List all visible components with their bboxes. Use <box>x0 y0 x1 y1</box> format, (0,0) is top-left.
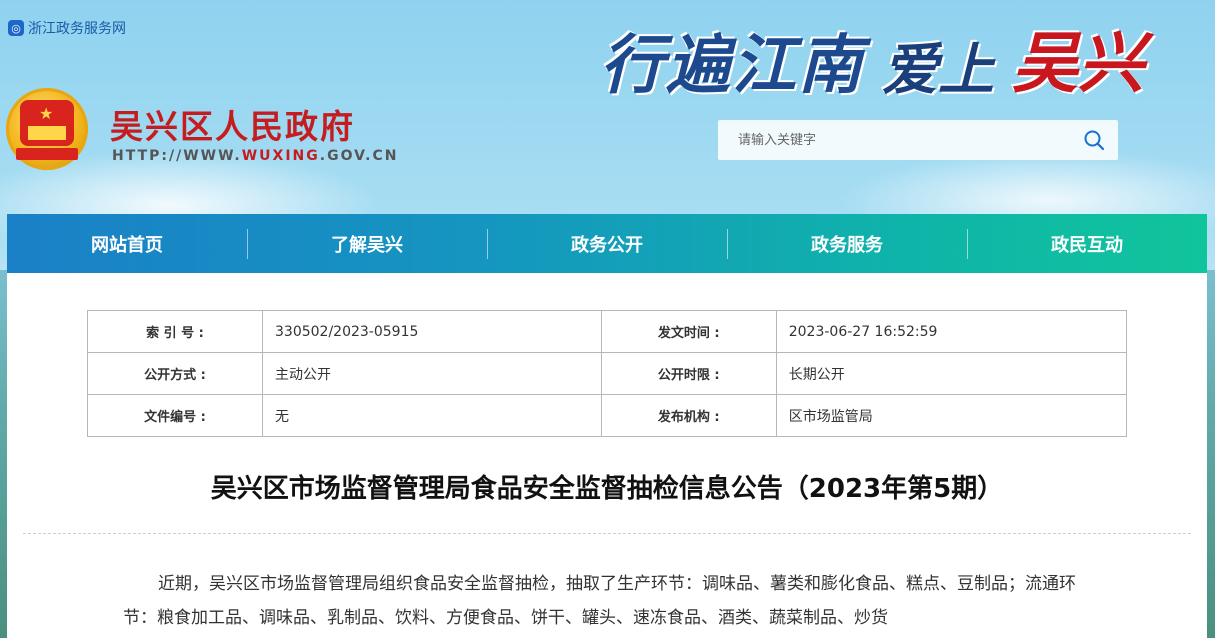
article-title: 吴兴区市场监督管理局食品安全监督抽检信息公告（2023年第5期） <box>210 474 1004 504</box>
site-url-highlight: WUXING <box>241 148 320 164</box>
national-emblem-logo[interactable]: ★ <box>6 88 88 170</box>
nav-item-government-info[interactable]: 政务公开 <box>487 214 727 273</box>
table-row: 索 引 号 : 330502/2023-05915 发文时间 : 2023-06… <box>87 310 1128 353</box>
meta-value-index: 330502/2023-05915 <box>262 310 602 353</box>
table-row: 文件编号 : 无 发布机构 : 区市场监管局 <box>87 394 1128 437</box>
meta-value-doc-number: 无 <box>262 394 602 437</box>
search-input[interactable] <box>718 121 1070 159</box>
article-body: 近期，吴兴区市场监督管理局组织食品安全监督抽检，抽取了生产环节：调味品、薯类和膨… <box>123 574 1076 628</box>
nav-item-interaction[interactable]: 政民互动 <box>967 214 1207 273</box>
meta-key-publisher: 发布机构 : <box>600 394 777 437</box>
site-title[interactable]: 吴兴区人民政府 <box>110 100 355 148</box>
slogan-part-1: 行遍江南 <box>600 28 864 103</box>
search-icon <box>1084 130 1105 151</box>
main-nav: 网站首页 了解吴兴 政务公开 政务服务 政民互动 <box>7 214 1207 273</box>
meta-value-disclosure: 主动公开 <box>262 352 602 395</box>
slogan-banner: 行遍江南 爱上 吴兴 <box>600 10 1144 106</box>
document-meta-table: 索 引 号 : 330502/2023-05915 发文时间 : 2023-06… <box>87 310 1128 437</box>
nav-item-government-service[interactable]: 政务服务 <box>727 214 967 273</box>
meta-key-disclosure: 公开方式 : <box>87 352 263 395</box>
content-panel: 索 引 号 : 330502/2023-05915 发文时间 : 2023-06… <box>7 273 1207 638</box>
table-row: 公开方式 : 主动公开 公开时限 : 长期公开 <box>87 352 1128 395</box>
meta-value-period: 长期公开 <box>775 352 1128 395</box>
zhejiang-portal-icon: ◎ <box>8 20 24 36</box>
nav-item-home[interactable]: 网站首页 <box>7 214 247 273</box>
search-box <box>718 120 1118 160</box>
zhejiang-service-link-label: 浙江政务服务网 <box>28 21 126 37</box>
star-icon: ★ <box>39 104 54 123</box>
slogan-part-3: 吴兴 <box>1012 24 1144 102</box>
site-url-suffix: .GOV.CN <box>319 148 399 164</box>
meta-value-date: 2023-06-27 16:52:59 <box>775 310 1128 353</box>
slogan-part-2: 爱上 <box>882 37 994 103</box>
site-url: HTTP://WWW.WUXING.GOV.CN <box>112 148 398 164</box>
meta-key-doc-number: 文件编号 : <box>87 394 263 437</box>
site-url-prefix: HTTP://WWW. <box>112 148 242 164</box>
nav-item-about-wuxing[interactable]: 了解吴兴 <box>247 214 487 273</box>
meta-value-publisher: 区市场监管局 <box>775 394 1128 437</box>
emblem-ribbon <box>16 148 78 160</box>
search-button[interactable] <box>1070 120 1118 160</box>
title-divider <box>23 533 1191 534</box>
meta-key-date: 发文时间 : <box>600 310 777 353</box>
zhejiang-service-link[interactable]: ◎ 浙江政务服务网 <box>8 18 126 38</box>
meta-key-period: 公开时限 : <box>600 352 777 395</box>
tiananmen-icon <box>28 126 66 140</box>
meta-key-index: 索 引 号 : <box>87 310 263 353</box>
